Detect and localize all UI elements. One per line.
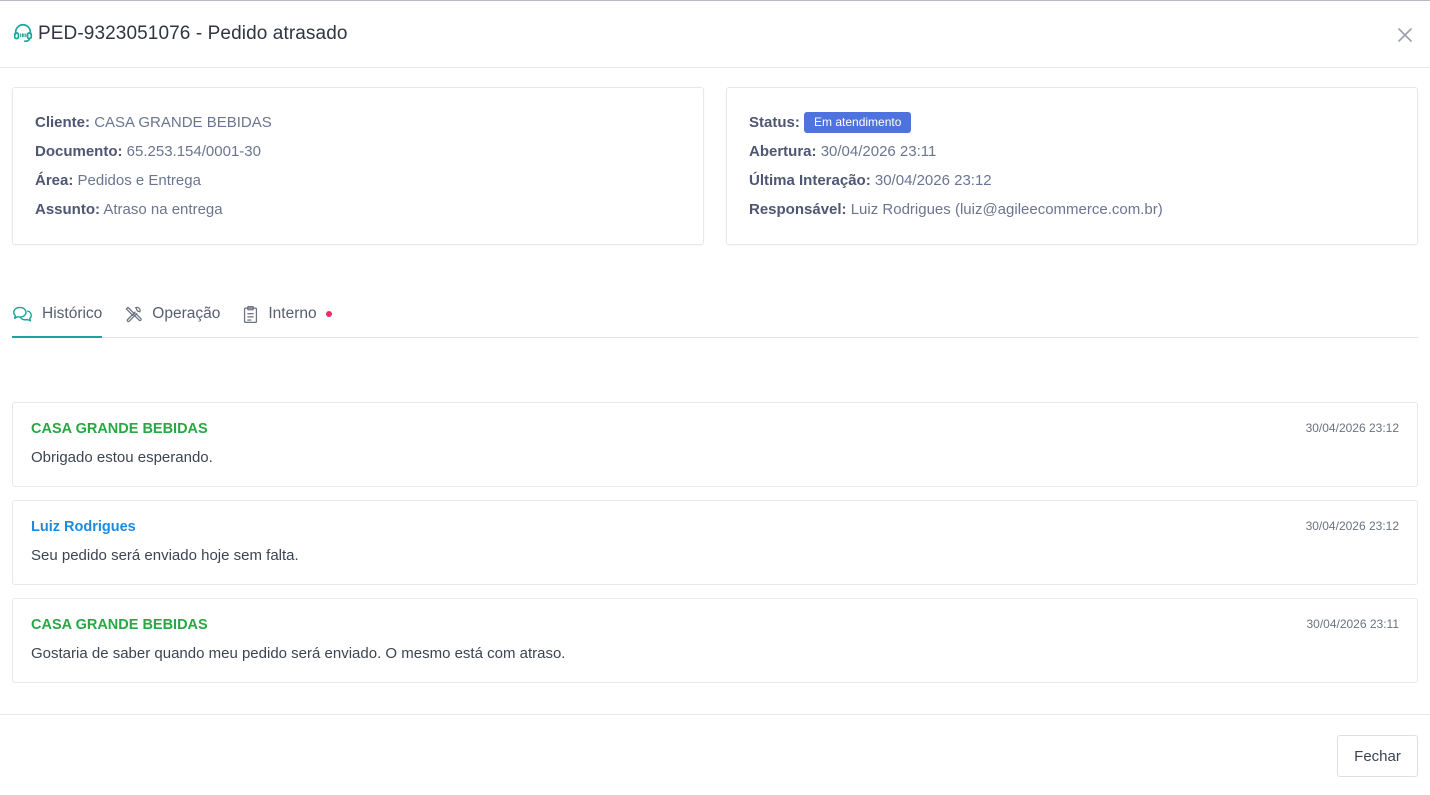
- abertura-value: 30/04/2026 23:11: [820, 143, 937, 160]
- message-time: 30/04/2026 23:12: [1305, 421, 1399, 435]
- ultima-interacao-line: Última Interação: 30/04/2026 23:12: [749, 166, 1395, 195]
- message-author: Luiz Rodrigues: [31, 519, 136, 535]
- modal-footer: Fechar: [0, 714, 1430, 795]
- responsavel-value: Luiz Rodrigues (luiz@agileecommerce.com.…: [850, 201, 1163, 218]
- assunto-line: Assunto: Atraso na entrega: [35, 195, 681, 224]
- client-info-card: Cliente: CASA GRANDE BEBIDAS Documento: …: [12, 87, 704, 245]
- status-label: Status:: [749, 114, 800, 131]
- clipboard-icon: [242, 305, 259, 324]
- assunto-value: Atraso na entrega: [103, 201, 223, 218]
- modal-header: PED-9323051076 - Pedido atrasado: [0, 1, 1430, 68]
- cliente-label: Cliente:: [35, 114, 91, 131]
- message-time: 30/04/2026 23:11: [1306, 617, 1399, 631]
- responsavel-label: Responsável:: [749, 201, 847, 218]
- documento-label: Documento:: [35, 143, 123, 160]
- tab-operacao[interactable]: Operação: [124, 291, 220, 337]
- close-icon[interactable]: [1396, 26, 1414, 44]
- area-line: Área: Pedidos e Entrega: [35, 166, 681, 195]
- cliente-line: Cliente: CASA GRANDE BEBIDAS: [35, 108, 681, 137]
- ultima-interacao-label: Última Interação:: [749, 172, 871, 189]
- tab-interno-label: Interno: [268, 305, 317, 322]
- message-time: 30/04/2026 23:12: [1305, 519, 1399, 533]
- modal-title: PED-9323051076 - Pedido atrasado: [38, 23, 348, 44]
- documento-line: Documento: 65.253.154/0001-30: [35, 137, 681, 166]
- message-text: Gostaria de saber quando meu pedido será…: [31, 645, 566, 662]
- tabs-bar: Histórico Operação Interno: [12, 291, 1418, 338]
- list-item: CASA GRANDE BEBIDAS 30/04/2026 23:12 Obr…: [12, 402, 1418, 487]
- documento-value: 65.253.154/0001-30: [126, 143, 261, 160]
- notification-dot: [325, 311, 332, 317]
- responsavel-line: Responsável: Luiz Rodrigues (luiz@agilee…: [749, 195, 1395, 224]
- ultima-interacao-value: 30/04/2026 23:12: [874, 172, 992, 189]
- assunto-label: Assunto:: [35, 201, 100, 218]
- info-row: Cliente: CASA GRANDE BEBIDAS Documento: …: [12, 87, 1418, 245]
- message-text: Obrigado estou esperando.: [31, 449, 213, 466]
- status-badge: Em atendimento: [804, 112, 912, 133]
- list-item: Luiz Rodrigues 30/04/2026 23:12 Seu pedi…: [12, 500, 1418, 585]
- message-text: Seu pedido será enviado hoje sem falta.: [31, 547, 299, 564]
- tab-historico[interactable]: Histórico: [12, 291, 103, 338]
- headset-icon: [12, 22, 34, 44]
- ticket-modal: PED-9323051076 - Pedido atrasado Cliente…: [0, 0, 1430, 795]
- list-item: CASA GRANDE BEBIDAS 30/04/2026 23:11 Gos…: [12, 598, 1418, 683]
- message-author: CASA GRANDE BEBIDAS: [31, 421, 208, 437]
- tools-icon: [124, 305, 143, 324]
- abertura-line: Abertura: 30/04/2026 23:11: [749, 137, 1395, 166]
- area-value: Pedidos e Entrega: [77, 172, 201, 189]
- tab-operacao-label: Operação: [152, 305, 221, 322]
- ticket-info-card: Status: Em atendimento Abertura: 30/04/2…: [726, 87, 1418, 245]
- abertura-label: Abertura:: [749, 143, 817, 160]
- area-label: Área:: [35, 172, 74, 189]
- message-author: CASA GRANDE BEBIDAS: [31, 617, 208, 633]
- tab-historico-label: Histórico: [42, 305, 103, 322]
- status-line: Status: Em atendimento: [749, 108, 1395, 137]
- tab-interno[interactable]: Interno: [242, 291, 332, 337]
- message-list: CASA GRANDE BEBIDAS 30/04/2026 23:12 Obr…: [12, 402, 1418, 696]
- chat-bubbles-icon: [12, 305, 33, 323]
- fechar-button[interactable]: Fechar: [1337, 735, 1418, 777]
- cliente-value: CASA GRANDE BEBIDAS: [94, 114, 272, 131]
